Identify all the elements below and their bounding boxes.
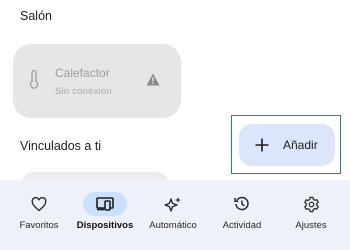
bottom-navigation: Favoritos Dispositivos Automático Activi…	[0, 180, 350, 250]
nav-item-ajustes[interactable]: Ajustes	[276, 180, 346, 250]
nav-item-favoritos[interactable]: Favoritos	[4, 180, 74, 250]
nav-label: Ajustes	[295, 220, 327, 231]
nav-label: Automático	[149, 220, 197, 231]
nav-label: Favoritos	[19, 220, 59, 231]
device-status: Sin conexión	[55, 86, 112, 97]
nav-item-actividad[interactable]: Actividad	[207, 180, 277, 250]
device-name: Calefactor	[55, 66, 110, 80]
nav-item-automatico[interactable]: Automático	[138, 180, 208, 250]
section-title-linked: Vinculados a ti	[20, 139, 102, 153]
thermometer-icon	[27, 70, 41, 90]
nav-label: Dispositivos	[76, 220, 134, 231]
devices-icon	[96, 197, 114, 211]
gear-icon	[303, 196, 320, 213]
add-button[interactable]: Añadir	[239, 124, 335, 166]
device-card-calefactor[interactable]: Calefactor Sin conexión	[13, 44, 181, 118]
plus-icon	[255, 138, 269, 152]
add-button-label: Añadir	[283, 138, 318, 152]
section-title-salon: Salón	[20, 9, 52, 23]
heart-icon	[31, 196, 47, 212]
nav-label: Actividad	[222, 220, 262, 231]
warning-icon	[146, 73, 160, 86]
history-icon	[234, 196, 250, 212]
active-indicator	[83, 192, 127, 216]
sparkle-icon	[164, 196, 182, 212]
nav-item-dispositivos[interactable]: Dispositivos	[70, 180, 140, 250]
